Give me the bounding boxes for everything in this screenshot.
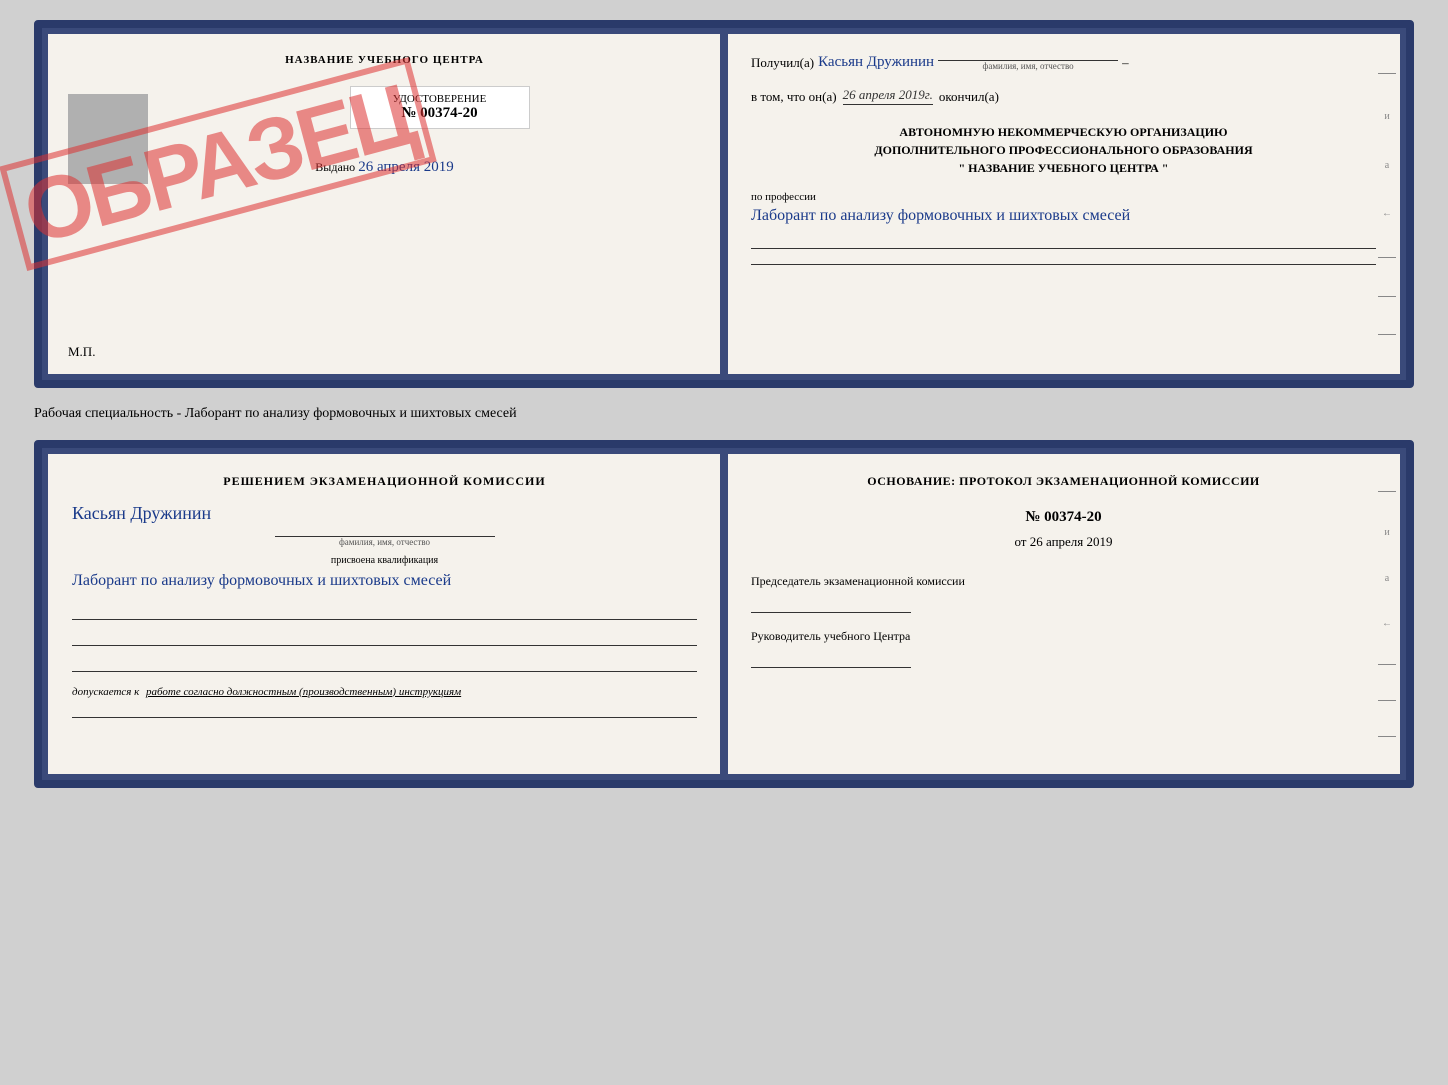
allowed-underline — [72, 702, 697, 718]
name-sub: фамилия, имя, отчество — [339, 537, 430, 547]
org-line1: АВТОНОМНУЮ НЕКОММЕРЧЕСКУЮ ОРГАНИЗАЦИЮ — [751, 123, 1376, 141]
underline2 — [72, 630, 697, 646]
director-block: Руководитель учебного Центра — [751, 629, 1376, 668]
page-container: НАЗВАНИЕ УЧЕБНОГО ЦЕНТРА УДОСТОВЕРЕНИЕ №… — [34, 20, 1414, 788]
cert-left-page: НАЗВАНИЕ УЧЕБНОГО ЦЕНТРА УДОСТОВЕРЕНИЕ №… — [48, 34, 723, 374]
person-name: Касьян Дружинин — [72, 503, 211, 523]
date-line: в том, что он(а) 26 апреля 2019г. окончи… — [751, 87, 1376, 105]
basis-title: Основание: протокол экзаменационной коми… — [751, 474, 1376, 489]
underline1 — [72, 604, 697, 620]
date-prefix: в том, что он(а) — [751, 89, 837, 105]
protocol-date: от 26 апреля 2019 — [751, 534, 1376, 550]
issued-date-block: Выдано 26 апреля 2019 — [72, 159, 697, 176]
org-line3: " НАЗВАНИЕ УЧЕБНОГО ЦЕНТРА " — [751, 159, 1376, 177]
protocol-date-value: 26 апреля 2019 — [1030, 534, 1113, 549]
allowed-text: работе согласно должностным (производств… — [146, 686, 461, 698]
cert-id-label: УДОСТОВЕРЕНИЕ — [363, 93, 517, 105]
chairman-block: Председатель экзаменационной комиссии — [751, 574, 1376, 613]
recipient-line: Получил(а) Касьян Дружинин фамилия, имя,… — [751, 54, 1376, 71]
mp-label: М.П. — [68, 344, 95, 360]
org-block: АВТОНОМНУЮ НЕКОММЕРЧЕСКУЮ ОРГАНИЗАЦИЮ ДО… — [751, 123, 1376, 177]
chairman-sig-line — [751, 593, 911, 613]
org-line2: ДОПОЛНИТЕЛЬНОГО ПРОФЕССИОНАЛЬНОГО ОБРАЗО… — [751, 141, 1376, 159]
recipient-name: Касьян Дружинин — [818, 54, 934, 71]
cert-id-number: № 00374-20 — [363, 105, 517, 122]
lower-right-page: Основание: протокол экзаменационной коми… — [727, 454, 1400, 774]
decision-title: Решением экзаменационной комиссии — [72, 474, 697, 489]
certificate-book-top: НАЗВАНИЕ УЧЕБНОГО ЦЕНТРА УДОСТОВЕРЕНИЕ №… — [34, 20, 1414, 388]
profession-label: по профессии — [751, 191, 1376, 203]
qualification-label: присвоена квалификация — [72, 555, 697, 566]
issued-date-value: 26 апреля 2019 — [358, 159, 454, 175]
specialty-line: Рабочая специальность - Лаборант по анал… — [34, 400, 1414, 428]
chairman-label: Председатель экзаменационной комиссии — [751, 574, 1376, 589]
allowed-prefix: допускается к — [72, 686, 139, 698]
name-line: Касьян Дружинин фамилия, имя, отчество — [72, 503, 697, 547]
director-label: Руководитель учебного Центра — [751, 629, 1376, 644]
dash1: – — [1122, 55, 1129, 71]
protocol-date-prefix: от — [1014, 534, 1026, 549]
underline3 — [72, 656, 697, 672]
cert-id-box: УДОСТОВЕРЕНИЕ № 00374-20 — [350, 86, 530, 129]
cert-right-page: Получил(а) Касьян Дружинин фамилия, имя,… — [727, 34, 1400, 374]
profession-block: по профессии Лаборант по анализу формово… — [751, 191, 1376, 265]
qualification-text: Лаборант по анализу формовочных и шихтов… — [72, 568, 697, 594]
recipient-sub: фамилия, имя, отчество — [983, 61, 1074, 71]
protocol-number: № 00374-20 — [751, 509, 1376, 526]
allowed-block: допускается к работе согласно должностны… — [72, 686, 697, 698]
issued-label: Выдано — [315, 160, 355, 174]
recipient-prefix: Получил(а) — [751, 55, 814, 71]
date-suffix: окончил(а) — [939, 89, 999, 105]
lower-left-page: Решением экзаменационной комиссии Касьян… — [48, 454, 723, 774]
certificate-book-bottom: Решением экзаменационной комиссии Касьян… — [34, 440, 1414, 788]
side-decoration-bottom: и а ← — [1378, 454, 1396, 774]
photo-placeholder — [68, 94, 148, 184]
date-value: 26 апреля 2019г. — [843, 87, 933, 105]
cert-title: НАЗВАНИЕ УЧЕБНОГО ЦЕНТРА — [72, 54, 697, 66]
director-sig-line — [751, 648, 911, 668]
side-decoration: и а ← — [1378, 34, 1396, 374]
profession-text: Лаборант по анализу формовочных и шихтов… — [751, 203, 1376, 229]
